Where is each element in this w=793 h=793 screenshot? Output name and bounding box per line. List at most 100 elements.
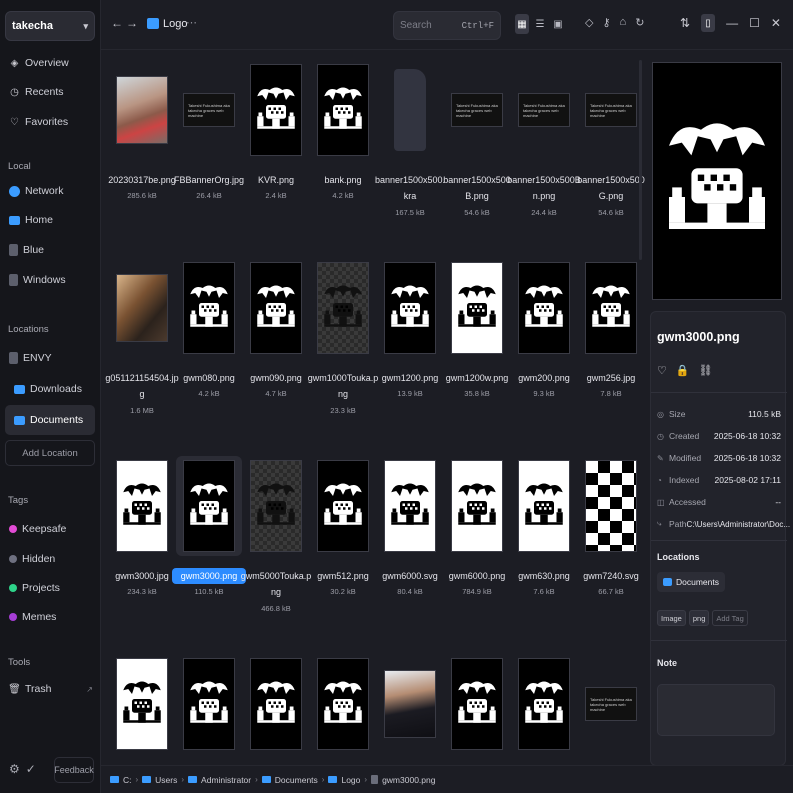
thumbnail-container[interactable] <box>109 456 175 556</box>
sidebar-item-windows[interactable]: Windows <box>9 270 66 290</box>
file-name[interactable]: banner1500x500B.png <box>440 172 514 204</box>
file-name[interactable]: bank.png <box>306 172 380 188</box>
sidebar-tag-memes[interactable]: Memes <box>9 607 56 627</box>
file-name[interactable]: 20230317be.png <box>105 172 179 188</box>
thumbnail-container[interactable] <box>511 654 577 754</box>
path-segment[interactable]: Users <box>155 775 177 785</box>
forward-arrow-icon[interactable]: → <box>126 16 138 30</box>
file-name[interactable]: gwm6000.svg <box>373 568 447 584</box>
path-file[interactable]: gwm3000.png <box>382 775 435 785</box>
sidebar-tag-hidden[interactable]: Hidden <box>9 549 55 569</box>
note-field[interactable] <box>657 684 775 736</box>
thumbnail-container[interactable] <box>310 258 376 358</box>
back-arrow-icon[interactable]: ← <box>111 16 123 30</box>
sort-icon[interactable]: ⇅ <box>680 16 690 30</box>
inspector-toggle-icon[interactable]: ▯ <box>701 14 716 32</box>
thumbnail-container[interactable] <box>243 456 309 556</box>
sidebar-item-blue[interactable]: Blue <box>9 240 44 260</box>
grid-scrollbar[interactable] <box>639 60 642 260</box>
thumbnail-container[interactable] <box>176 258 242 358</box>
thumbnail-container[interactable]: Takeshi Fukushima aka takecha graces web… <box>578 654 644 754</box>
file-name[interactable]: gwm1200.png <box>373 370 447 386</box>
path-segment[interactable]: Documents <box>275 775 318 785</box>
file-name[interactable]: gwm630.png <box>507 568 581 584</box>
tag-chip[interactable]: Image <box>657 610 686 626</box>
thumbnail-container[interactable] <box>444 654 510 754</box>
thumbnail-container[interactable] <box>109 60 175 160</box>
lock-icon[interactable]: 🔒 <box>676 364 690 377</box>
file-name[interactable]: banner1500x500G.png <box>574 172 646 204</box>
thumbnail-container[interactable]: Takeshi Fukushima aka takecha graces web… <box>176 60 242 160</box>
thumbnail-container[interactable] <box>578 258 644 358</box>
thumbnail-container[interactable] <box>578 456 644 556</box>
sidebar-tag-keepsafe[interactable]: Keepsafe <box>9 519 66 539</box>
thumbnail-container[interactable] <box>176 654 242 754</box>
thumbnail-container[interactable] <box>243 60 309 160</box>
thumbnail-container[interactable] <box>109 258 175 358</box>
heart-icon[interactable]: ♡ <box>657 364 667 377</box>
grid-view-icon[interactable]: ▦ <box>515 14 529 34</box>
thumbnail-container[interactable] <box>109 654 175 754</box>
file-name[interactable]: gwm512.png <box>306 568 380 584</box>
thumbnail-container[interactable]: Takeshi Fukushima aka takecha graces web… <box>578 60 644 160</box>
file-name[interactable]: gwm3000.png <box>172 568 246 584</box>
path-segment[interactable]: C: <box>123 775 132 785</box>
file-name[interactable]: gwm5000Touka.png <box>239 568 313 600</box>
file-name[interactable]: FBBannerOrg.jpg <box>172 172 246 188</box>
file-name[interactable]: gwm200.png <box>507 370 581 386</box>
thumbnail-container[interactable] <box>377 258 443 358</box>
file-name[interactable]: gwm1200w.png <box>440 370 514 386</box>
close-icon[interactable]: ✕ <box>771 16 781 30</box>
file-name[interactable]: gwm256.jpg <box>574 370 646 386</box>
sidebar-item-downloads[interactable]: Downloads <box>14 379 82 399</box>
sidebar-item-trash[interactable]: 🗑 Trash ↗ <box>8 679 93 699</box>
more-options-icon[interactable]: ⋯ <box>186 16 197 29</box>
thumbnail-container[interactable]: Takeshi Fukushima aka takecha graces web… <box>511 60 577 160</box>
add-tag-button[interactable]: Add Tag <box>712 610 748 626</box>
minimize-icon[interactable]: — <box>726 16 738 30</box>
file-name[interactable]: gwm1000Touka.png <box>306 370 380 402</box>
file-name[interactable]: gwm080.png <box>172 370 246 386</box>
location-chip[interactable]: Documents <box>657 572 725 592</box>
thumbnail-container[interactable] <box>176 456 242 556</box>
thumbnail-container[interactable] <box>243 654 309 754</box>
sidebar-item-network[interactable]: Network <box>9 181 64 201</box>
file-name[interactable]: KVR.png <box>239 172 313 188</box>
thumbnail-container[interactable] <box>310 60 376 160</box>
sidebar-item-recents[interactable]: ◷ Recents <box>9 82 63 102</box>
thumbnail-container[interactable] <box>377 654 443 754</box>
list-view-icon[interactable]: ☰ <box>533 14 547 34</box>
library-selector[interactable]: takecha ▾ <box>5 11 95 41</box>
key-icon[interactable]: ⚷ <box>602 16 610 29</box>
search-input[interactable] <box>400 20 460 31</box>
sidebar-item-envy[interactable]: ENVY <box>9 348 52 368</box>
sidebar-item-favorites[interactable]: ♡ Favorites <box>9 112 68 132</box>
thumbnail-container[interactable] <box>377 60 443 160</box>
thumbnail-container[interactable] <box>511 456 577 556</box>
thumbnail-container[interactable] <box>310 654 376 754</box>
thumbnail-container[interactable] <box>243 258 309 358</box>
maximize-icon[interactable]: ☐ <box>749 16 760 30</box>
thumbnail-container[interactable] <box>310 456 376 556</box>
sidebar-tag-projects[interactable]: Projects <box>9 578 60 598</box>
tag-assign-icon[interactable]: ◇ <box>585 16 593 29</box>
feedback-button[interactable]: Feedback <box>54 757 94 783</box>
search-box[interactable]: Ctrl+F <box>393 11 501 40</box>
tag-icon[interactable]: ⌂ <box>620 16 627 29</box>
file-name[interactable]: gwm3000.jpg <box>105 568 179 584</box>
file-name[interactable]: banner1500x500.kra <box>373 172 447 204</box>
media-view-icon[interactable]: ▣ <box>551 14 565 34</box>
link-icon[interactable]: ⛓ <box>699 364 713 377</box>
sync-status-icon[interactable]: ✓ <box>26 762 36 776</box>
file-name[interactable]: banner1500x500Bn.png <box>507 172 581 204</box>
thumbnail-container[interactable] <box>377 456 443 556</box>
thumbnail-container[interactable] <box>511 258 577 358</box>
tag-chip[interactable]: png <box>688 610 710 626</box>
thumbnail-container[interactable]: Takeshi Fukushima aka takecha graces web… <box>444 60 510 160</box>
file-name[interactable]: gwm090.png <box>239 370 313 386</box>
file-name[interactable]: gwm6000.png <box>440 568 514 584</box>
file-name[interactable]: gwm7240.svg <box>574 568 646 584</box>
path-segment[interactable]: Administrator <box>201 775 251 785</box>
sidebar-item-documents[interactable]: Documents <box>14 410 83 430</box>
thumbnail-container[interactable] <box>444 456 510 556</box>
